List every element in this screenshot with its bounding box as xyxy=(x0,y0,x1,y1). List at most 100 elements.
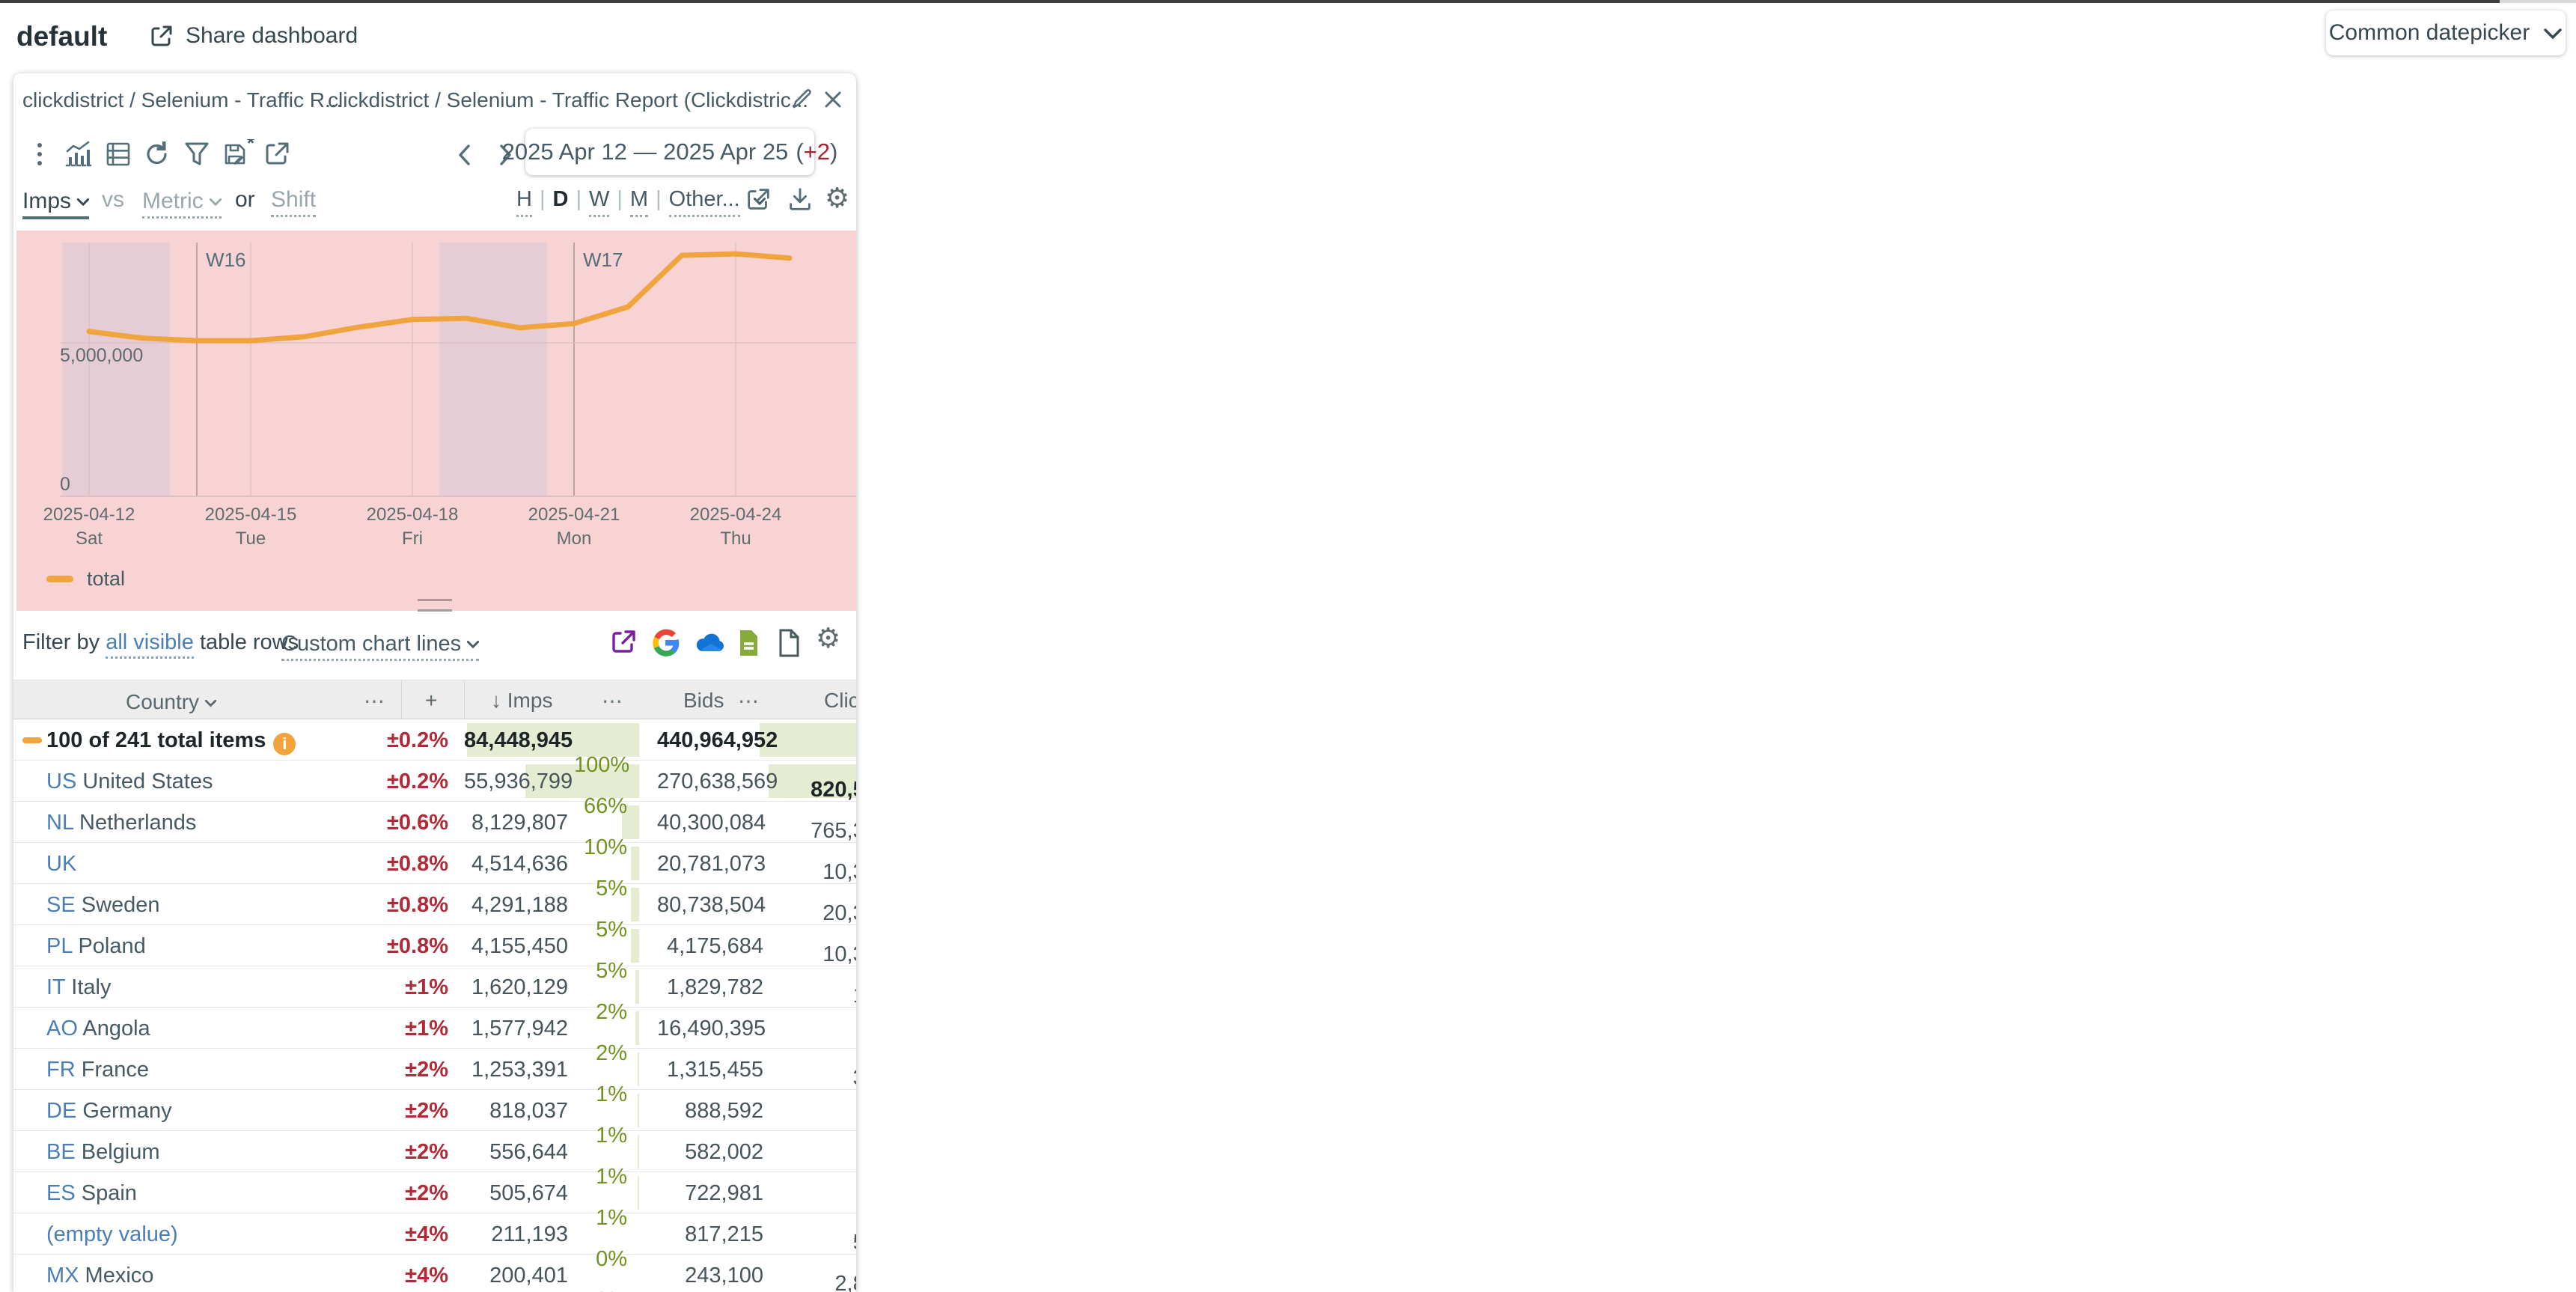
custom-chart-lines-dropdown[interactable]: Custom chart lines xyxy=(281,630,479,656)
widget-tab-1[interactable]: clickdistrict / Selenium - Traffic R... xyxy=(22,88,342,112)
imps-share-bar xyxy=(638,1176,639,1210)
country-cell[interactable]: DE Germany xyxy=(46,1099,172,1124)
open-external-icon[interactable] xyxy=(262,139,292,169)
date-range-pill[interactable]: 2025 Apr 12 — 2025 Apr 25 ( +2 ) xyxy=(525,129,814,175)
table-row-se[interactable]: SE Sweden±0.8%4,291,1885%80,738,50410,35… xyxy=(13,884,856,925)
imps-share-bar xyxy=(638,1052,639,1086)
granularity-option-h[interactable]: H xyxy=(516,187,532,217)
granularity-separator: | xyxy=(576,187,582,212)
chart-resize-handle[interactable] xyxy=(418,609,452,612)
table-row-empty[interactable]: (empty value)±4%211,1930%817,2152,853 xyxy=(13,1213,856,1255)
imps-percent: 1% xyxy=(574,1082,627,1107)
table-settings-gear-icon[interactable]: ⚙ xyxy=(816,624,840,652)
traffic-chart[interactable]: 05,000,0002025-04-12Sat2025-04-15Tue2025… xyxy=(16,231,856,611)
clicks-value: 133 xyxy=(793,984,856,1008)
country-cell[interactable]: FR France xyxy=(46,1058,149,1082)
pm-error-value: ±2% xyxy=(385,1058,448,1082)
table-view-icon[interactable] xyxy=(103,139,133,169)
close-widget-icon[interactable] xyxy=(820,87,846,112)
pm-error-value: ±4% xyxy=(385,1222,448,1247)
x-tick-date: 2025-04-12 xyxy=(37,505,141,525)
document-icon[interactable] xyxy=(775,627,802,659)
x-tick-date: 2025-04-21 xyxy=(522,505,626,525)
share-dashboard-button[interactable]: Share dashboard xyxy=(148,22,358,49)
info-icon[interactable]: i xyxy=(273,733,296,755)
totals-series-dash xyxy=(22,737,42,743)
country-cell[interactable]: MX Mexico xyxy=(46,1264,153,1288)
y-tick-label: 0 xyxy=(60,474,70,496)
compare-metric-dropdown[interactable]: Metric xyxy=(142,187,222,214)
sheets-export-icon[interactable] xyxy=(735,627,762,659)
imps-value: 1,577,942 xyxy=(464,1017,568,1041)
date-prev-icon[interactable] xyxy=(454,142,476,168)
country-cell[interactable]: UK xyxy=(46,852,76,877)
common-datepicker-button[interactable]: Common datepicker xyxy=(2326,10,2566,55)
granularity-option-w[interactable]: W xyxy=(589,187,609,217)
table-row-mx[interactable]: MX Mexico±4%200,4010%243,1003,013 xyxy=(13,1255,856,1292)
country-cell[interactable]: IT Italy xyxy=(46,975,112,1000)
refresh-icon[interactable] xyxy=(142,139,172,169)
chart-export-icon[interactable] xyxy=(744,186,772,214)
filter-scope-link[interactable]: all visible xyxy=(106,630,194,659)
granularity-option-d[interactable]: D xyxy=(553,187,569,212)
country-code: BE xyxy=(46,1140,76,1164)
country-cell[interactable]: ES Spain xyxy=(46,1181,137,1206)
bids-value: 270,638,569 xyxy=(657,770,763,794)
granularity-separator: | xyxy=(656,187,662,212)
table-row-nl[interactable]: NL Netherlands±0.6%8,129,80710%40,300,08… xyxy=(13,802,856,843)
column-header-bids[interactable]: Bids xyxy=(683,689,724,713)
country-name: Angola xyxy=(78,1017,150,1040)
add-column-button[interactable]: + xyxy=(425,689,437,713)
granularity-option-m[interactable]: M xyxy=(630,187,648,217)
table-row-it[interactable]: IT Italy±1%1,620,1292%1,829,78272 xyxy=(13,966,856,1008)
chart-view-icon[interactable] xyxy=(63,139,94,169)
legend-label-total[interactable]: total xyxy=(87,567,125,591)
granularity-option-other[interactable]: Other... xyxy=(669,187,740,217)
country-cell[interactable]: NL Netherlands xyxy=(46,811,196,835)
filter-row: Filter by all visible table rows Custom … xyxy=(13,623,856,666)
table-row-pl[interactable]: PL Poland±0.8%4,155,4505%4,175,684133 xyxy=(13,925,856,966)
shift-dropdown[interactable]: Shift xyxy=(271,187,316,213)
save-edited-icon[interactable]: * xyxy=(220,139,256,171)
primary-metric-dropdown[interactable]: Imps xyxy=(22,187,89,214)
country-cell[interactable]: SE Sweden xyxy=(46,893,160,918)
edit-title-icon[interactable] xyxy=(789,87,814,112)
country-cell[interactable]: US United States xyxy=(46,770,213,794)
kebab-menu-icon[interactable] xyxy=(26,139,53,169)
table-row-fr[interactable]: FR France±2%1,253,3911%1,315,45566 xyxy=(13,1049,856,1090)
chart-resize-handle[interactable] xyxy=(418,599,452,601)
table-row-ao[interactable]: AO Angola±1%1,577,9422%16,490,395394 xyxy=(13,1008,856,1049)
chart-settings-gear-icon[interactable]: ⚙ xyxy=(825,184,849,212)
date-range-paren-close: ) xyxy=(830,138,837,165)
table-row-totals[interactable]: 100 of 241 total itemsi±0.2%84,448,94510… xyxy=(13,719,856,761)
table-row-uk[interactable]: UK±0.8%4,514,6365%20,781,07320,316 xyxy=(13,843,856,884)
country-cell[interactable]: (empty value) xyxy=(46,1222,178,1247)
clicks-value: 31 xyxy=(793,1189,856,1214)
looker-export-icon[interactable] xyxy=(608,627,638,657)
google-icon[interactable] xyxy=(650,627,681,659)
onedrive-cloud-icon[interactable] xyxy=(692,627,727,657)
table-row-us[interactable]: US United States±0.2%55,936,79966%270,63… xyxy=(13,761,856,802)
download-icon[interactable] xyxy=(786,186,814,214)
pm-error-value: ±0.2% xyxy=(385,728,448,753)
country-cell[interactable]: BE Belgium xyxy=(46,1140,160,1165)
column-header-click[interactable]: Click xyxy=(824,689,856,713)
pm-error-value: ±0.2% xyxy=(385,770,448,794)
imps-percent: 10% xyxy=(574,835,627,860)
filter-icon[interactable] xyxy=(183,139,211,169)
column-header-imps[interactable]: ↓ Imps xyxy=(491,689,552,713)
imps-column-menu-icon[interactable]: ⋯ xyxy=(602,689,624,713)
country-name: Poland xyxy=(72,934,145,958)
widget-tab-2[interactable]: clickdistrict / Selenium - Traffic Repor… xyxy=(328,88,808,112)
table-row-be[interactable]: BE Belgium±2%556,6441%582,00231 xyxy=(13,1131,856,1172)
column-divider xyxy=(401,680,402,719)
bids-column-menu-icon[interactable]: ⋯ xyxy=(738,689,760,713)
week-marker-label: W17 xyxy=(583,249,623,272)
country-cell[interactable]: PL Poland xyxy=(46,934,146,959)
country-column-menu-icon[interactable]: ⋯ xyxy=(364,689,386,713)
column-header-country[interactable]: Country xyxy=(126,689,216,714)
x-tick-day: Tue xyxy=(198,528,303,549)
table-row-de[interactable]: DE Germany±2%818,0371%888,59232 xyxy=(13,1090,856,1131)
country-cell[interactable]: AO Angola xyxy=(46,1017,150,1041)
table-row-es[interactable]: ES Spain±2%505,6741%722,981553 xyxy=(13,1172,856,1213)
